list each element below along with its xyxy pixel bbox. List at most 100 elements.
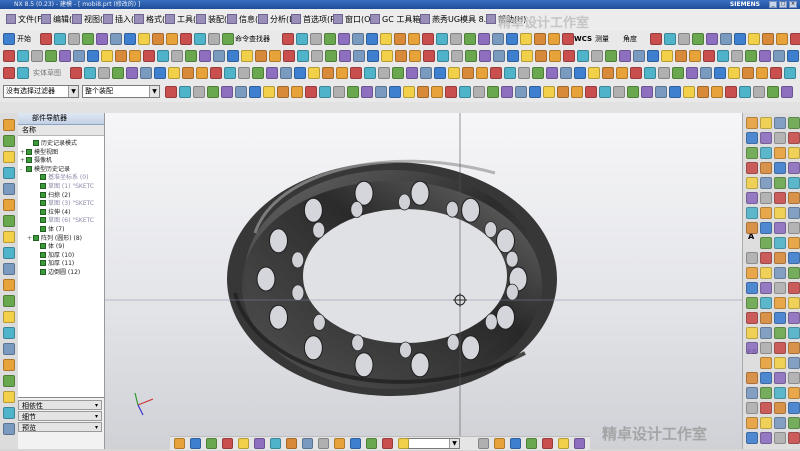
toolbar-button-icon[interactable] (650, 33, 662, 45)
toolbar-button-icon[interactable] (277, 86, 289, 98)
right-tool-icon[interactable] (746, 282, 758, 294)
mobius-ring-model[interactable] (227, 159, 557, 396)
toolbar-button-icon[interactable] (767, 86, 779, 98)
toolbar-button-icon[interactable] (711, 86, 723, 98)
toolbar-button-icon[interactable] (683, 86, 695, 98)
toolbar-button-icon[interactable] (207, 86, 219, 98)
toolbar-button-icon[interactable] (686, 67, 698, 79)
toolbar-button-icon[interactable] (492, 33, 504, 45)
toolbar-button-icon[interactable] (543, 86, 555, 98)
navigator-row[interactable]: 边倒圆 (12) (34, 269, 80, 277)
toolbar-button-icon[interactable] (185, 50, 197, 62)
right-tool-icon[interactable] (774, 252, 786, 264)
right-tool-icon[interactable] (774, 327, 786, 339)
toolbar-button-icon[interactable] (422, 33, 434, 45)
right-tool-icon[interactable] (788, 207, 800, 219)
right-tool-icon[interactable] (788, 432, 800, 444)
toolbar-button-icon[interactable] (515, 86, 527, 98)
feature-check-icon[interactable] (40, 226, 46, 232)
toolbar-button-icon[interactable] (790, 33, 800, 45)
resource-tab-icon[interactable] (3, 295, 15, 307)
right-tool-icon[interactable] (788, 267, 800, 279)
toolbar-button-icon[interactable] (308, 67, 320, 79)
toolbar-button-icon[interactable] (574, 67, 586, 79)
resource-tab-icon[interactable] (3, 135, 15, 147)
toolbar-button-icon[interactable] (459, 86, 471, 98)
bottom-tool-icon[interactable] (222, 438, 233, 449)
toolbar-button-icon[interactable] (520, 33, 532, 45)
toolbar-button-icon[interactable] (364, 67, 376, 79)
toolbar-button-icon[interactable] (395, 50, 407, 62)
right-tool-icon[interactable] (788, 252, 800, 264)
toolbar-button-icon[interactable] (627, 86, 639, 98)
right-tool-icon[interactable] (760, 432, 772, 444)
toolbar-button-icon[interactable] (336, 67, 348, 79)
toolbar-button-icon[interactable] (647, 50, 659, 62)
toolbar-button-icon[interactable] (325, 50, 337, 62)
expand-toggle-icon[interactable]: + (20, 149, 25, 157)
right-tool-icon[interactable] (760, 297, 772, 309)
right-tool-icon[interactable] (746, 132, 758, 144)
toolbar-button-icon[interactable] (311, 50, 323, 62)
toolbar-button-icon[interactable] (338, 33, 350, 45)
toolbar-button-icon[interactable] (773, 50, 785, 62)
right-tool-icon[interactable] (788, 147, 800, 159)
start-label[interactable]: 开始 (17, 33, 31, 45)
toolbar-button-icon[interactable] (101, 50, 113, 62)
right-tool-icon[interactable] (760, 252, 772, 264)
toolbar-button-icon[interactable] (409, 50, 421, 62)
bottom-tool-icon[interactable] (494, 438, 505, 449)
assembly-scope-dropdown[interactable]: 整个装配 ▼ (82, 85, 160, 98)
right-tool-icon[interactable] (788, 132, 800, 144)
right-tool-icon[interactable] (788, 282, 800, 294)
expand-toggle-icon[interactable]: - (20, 166, 25, 174)
right-tool-icon[interactable] (788, 192, 800, 204)
expand-toggle-icon[interactable]: + (20, 157, 25, 165)
navigator-row[interactable]: + 模型视图 (20, 148, 58, 157)
toolbar-button-icon[interactable] (692, 33, 704, 45)
right-tool-icon[interactable] (760, 177, 772, 189)
toolbar-button-icon[interactable] (350, 67, 362, 79)
resource-tab-icon[interactable] (3, 311, 15, 323)
toolbar-button-icon[interactable] (739, 86, 751, 98)
toolbar-button-icon[interactable] (210, 67, 222, 79)
feature-check-icon[interactable] (40, 260, 46, 267)
toolbar-button-icon[interactable] (40, 33, 52, 45)
right-tool-icon[interactable] (760, 267, 772, 279)
toolbar-button-icon[interactable] (394, 33, 406, 45)
feature-check-icon[interactable] (40, 208, 46, 215)
toolbar-button-icon[interactable] (448, 67, 460, 79)
toolbar-button-icon[interactable] (112, 67, 124, 79)
right-tool-icon[interactable] (746, 192, 758, 204)
toolbar-button-icon[interactable] (465, 50, 477, 62)
toolbar-button-icon[interactable] (17, 50, 29, 62)
resource-tab-icon[interactable] (3, 119, 15, 131)
resource-tab-icon[interactable] (3, 391, 15, 403)
toolbar-button-icon[interactable] (180, 33, 192, 45)
toolbar-button-icon[interactable] (717, 50, 729, 62)
toolbar-button-icon[interactable] (199, 50, 211, 62)
menu-gc-toolbox[interactable]: GC 工具箱 (370, 13, 420, 27)
right-tool-icon[interactable] (746, 327, 758, 339)
navigator-row[interactable]: - 模型历史记录 (20, 165, 70, 174)
toolbar-button-icon[interactable] (266, 67, 278, 79)
right-tool-icon[interactable] (760, 387, 772, 399)
toolbar-button-icon[interactable] (781, 86, 793, 98)
toolbar-button-icon[interactable] (381, 50, 393, 62)
toolbar-button-icon[interactable] (221, 86, 233, 98)
right-tool-icon[interactable] (760, 162, 772, 174)
toolbar-button-icon[interactable] (672, 67, 684, 79)
toolbar-button-icon[interactable] (703, 50, 715, 62)
toolbar-button-icon[interactable] (124, 33, 136, 45)
toolbar-button-icon[interactable] (82, 33, 94, 45)
toolbar-button-icon[interactable] (787, 50, 799, 62)
toolbar-button-icon[interactable] (534, 33, 546, 45)
toolbar-button-icon[interactable] (479, 50, 491, 62)
bottom-tool-icon[interactable] (190, 438, 201, 449)
bottom-tool-icon[interactable] (398, 438, 409, 449)
toolbar-button-icon[interactable] (235, 86, 247, 98)
right-tool-icon[interactable] (788, 342, 800, 354)
bottom-tool-icon[interactable] (382, 438, 393, 449)
toolbar-button-icon[interactable] (352, 33, 364, 45)
right-tool-icon[interactable] (774, 207, 786, 219)
